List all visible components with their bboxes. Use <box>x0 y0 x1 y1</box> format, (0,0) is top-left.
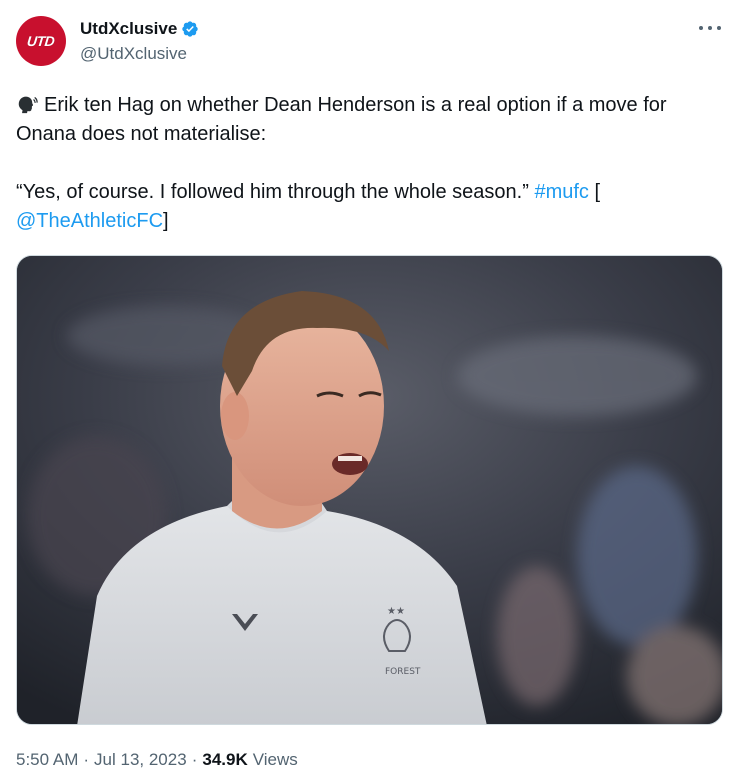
tweet-quote-line: “Yes, of course. I followed him through … <box>16 178 728 236</box>
more-options-icon[interactable] <box>699 18 721 38</box>
tweet-meta: 5:50 AM · Jul 13, 2023 · 34.9K Views <box>16 750 298 770</box>
tweet-text: Erik ten Hag on whether Dean Henderson i… <box>16 91 728 236</box>
svg-text:★★: ★★ <box>387 606 405 617</box>
views-count: 34.9K <box>202 750 248 769</box>
author-display-name[interactable]: UtdXclusive <box>80 19 177 39</box>
tweet-quote: “Yes, of course. I followed him through … <box>16 181 529 203</box>
tweet-media-image[interactable]: ★★ FOREST <box>16 255 723 725</box>
tweet-time[interactable]: 5:50 AM <box>16 750 78 770</box>
author-name-row: UtdXclusive <box>80 19 199 39</box>
author-handle[interactable]: @UtdXclusive <box>80 44 187 64</box>
bracket-close: ] <box>163 210 169 232</box>
tweet-line-1-text: Erik ten Hag on whether Dean Henderson i… <box>16 94 667 145</box>
tweet-card: UTD UtdXclusive @UtdXclusive Erik ten Ha… <box>0 0 741 777</box>
player-photo: ★★ FOREST <box>17 256 722 724</box>
avatar[interactable]: UTD <box>16 16 66 66</box>
verified-badge-icon[interactable] <box>181 20 199 38</box>
mention-link[interactable]: @TheAthleticFC <box>16 210 163 232</box>
views-label: Views <box>252 750 298 769</box>
hashtag-link[interactable]: #mufc <box>534 181 588 203</box>
tweet-line-1: Erik ten Hag on whether Dean Henderson i… <box>16 91 728 149</box>
bracket-open: [ <box>594 181 601 203</box>
tweet-date[interactable]: Jul 13, 2023 <box>94 750 187 770</box>
speaking-head-icon <box>16 93 38 115</box>
avatar-logo-text: UTD <box>26 33 56 49</box>
crest-text: FOREST <box>385 667 421 677</box>
